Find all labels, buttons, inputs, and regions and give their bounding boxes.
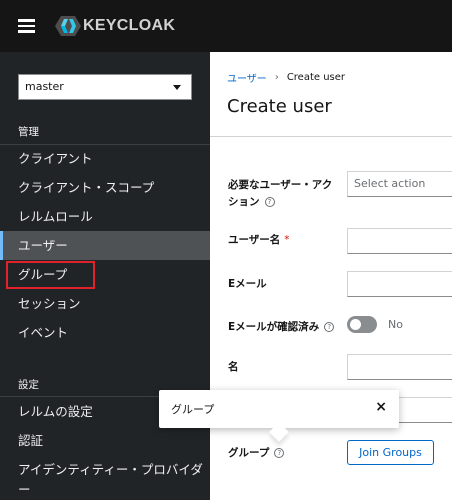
page-header: ユーザー › Create user Create user bbox=[210, 52, 452, 137]
groups-label: グループ? bbox=[228, 445, 285, 462]
nav-item-client-scopes[interactable]: クライアント・スコープ bbox=[0, 173, 210, 202]
help-icon[interactable]: ? bbox=[324, 322, 335, 332]
highlight-box bbox=[6, 261, 95, 289]
sidebar: master 管理 クライアント クライアント・スコープ レルムロール ユーザー… bbox=[0, 52, 210, 500]
hamburger-menu-icon[interactable] bbox=[18, 19, 35, 33]
popover-text: グループ bbox=[171, 403, 215, 416]
required-actions-label-line1: 必要なユーザー・アク bbox=[228, 179, 333, 191]
required-actions-label: 必要なユーザー・アク ション? bbox=[228, 177, 332, 211]
nav-section-manage: 管理 bbox=[18, 126, 39, 138]
logo-text: KEYCLOAK bbox=[83, 17, 176, 34]
nav-section-configure: 設定 bbox=[18, 379, 39, 391]
email-input[interactable] bbox=[347, 271, 452, 297]
masthead: KEYCLOAK bbox=[0, 0, 452, 52]
keycloak-logo[interactable]: KEYCLOAK bbox=[55, 14, 175, 38]
email-verified-value: No bbox=[388, 318, 403, 331]
nav-item-users[interactable]: ユーザー bbox=[0, 231, 210, 260]
nav-item-sessions[interactable]: セッション bbox=[0, 289, 210, 318]
required-mark: * bbox=[284, 234, 290, 246]
username-label: ユーザー名 * bbox=[228, 232, 290, 249]
help-icon[interactable]: ? bbox=[264, 197, 275, 207]
required-actions-label-text: ション bbox=[228, 196, 260, 208]
toggle-knob bbox=[350, 319, 361, 330]
email-label: Eメール bbox=[228, 278, 267, 290]
page-title: Create user bbox=[227, 96, 332, 117]
realm-selector-value: master bbox=[25, 80, 64, 93]
groups-help-popover: グループ × bbox=[159, 390, 399, 442]
nav-item-clients[interactable]: クライアント bbox=[0, 144, 210, 173]
nav-item-realm-roles[interactable]: レルムロール bbox=[0, 202, 210, 231]
email-verified-label: Eメールが確認済み? bbox=[228, 319, 335, 336]
first-name-input[interactable] bbox=[347, 354, 452, 380]
groups-label-text: グループ bbox=[228, 447, 270, 459]
username-label-text: ユーザー名 bbox=[228, 234, 281, 246]
breadcrumb-current: Create user bbox=[286, 72, 346, 83]
breadcrumb: ユーザー › Create user bbox=[227, 70, 345, 85]
nav-item-events[interactable]: イベント bbox=[0, 318, 210, 347]
help-icon[interactable]: ? bbox=[274, 448, 285, 458]
first-name-label: 名 bbox=[228, 361, 239, 373]
close-icon[interactable]: × bbox=[375, 399, 387, 415]
keycloak-logo-icon bbox=[55, 16, 81, 36]
username-input[interactable] bbox=[347, 228, 452, 254]
required-actions-label-line2: ション? bbox=[228, 194, 332, 211]
breadcrumb-separator-icon: › bbox=[274, 72, 279, 83]
email-verified-toggle[interactable] bbox=[347, 316, 377, 333]
join-groups-button[interactable]: Join Groups bbox=[347, 440, 434, 465]
realm-selector[interactable]: master bbox=[18, 74, 192, 100]
breadcrumb-users-link[interactable]: ユーザー bbox=[227, 70, 267, 85]
email-verified-label-text: Eメールが確認済み bbox=[228, 321, 320, 333]
caret-down-icon bbox=[173, 85, 181, 90]
nav-item-authentication[interactable]: 認証 bbox=[0, 426, 210, 455]
required-actions-select[interactable]: Select action bbox=[347, 171, 452, 197]
nav-item-identity-providers[interactable]: アイデンティティー・プロバイダー bbox=[0, 456, 210, 500]
